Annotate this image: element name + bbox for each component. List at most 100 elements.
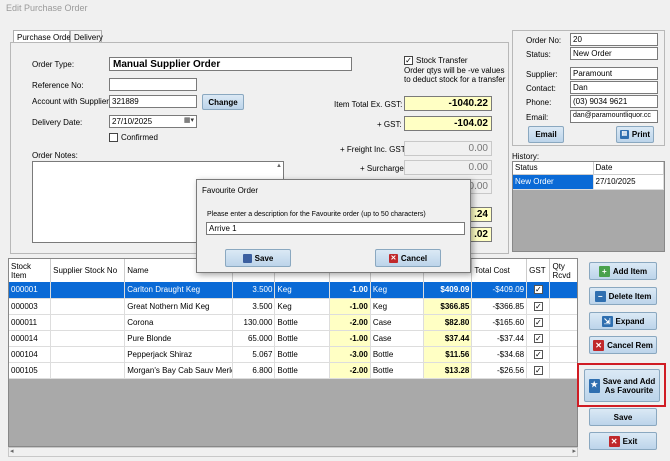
add-item-button[interactable]: + Add Item [589, 262, 657, 280]
surcharge-field[interactable]: 0.00 [404, 160, 492, 175]
scroll-right-icon[interactable]: ▸ [572, 447, 576, 455]
col-gst[interactable]: GST [526, 259, 551, 282]
confirmed-checkbox[interactable] [109, 133, 118, 142]
supplier-stock-no-cell[interactable] [50, 362, 126, 379]
qty-cell[interactable]: -2.00 [329, 314, 371, 331]
name-cell[interactable]: Pepperjack Shiraz [124, 346, 233, 363]
name-cell[interactable]: Corona [124, 314, 233, 331]
col-stock-item[interactable]: Stock Item [9, 259, 52, 282]
unit-cell[interactable]: Bottle [274, 362, 331, 379]
table-row[interactable]: 000001 Carlton Draught Keg 3.500 Keg -1.00 Ke… [9, 282, 577, 299]
save-button[interactable]: Save [589, 408, 657, 426]
delivery-date-picker[interactable]: 27/10/2025 ▦▾ [109, 115, 197, 128]
freight-field[interactable]: 0.00 [404, 141, 492, 156]
delete-item-button[interactable]: − Delete Item [589, 287, 657, 305]
stock-item-cell[interactable]: 000011 [9, 314, 52, 331]
stock-item-cell[interactable]: 000003 [9, 298, 52, 315]
stock-item-cell[interactable]: 000105 [9, 362, 52, 379]
supplier-stock-no-cell[interactable] [50, 346, 126, 363]
expand-button[interactable]: ⇲ Expand [589, 312, 657, 330]
unit-cell[interactable]: Keg [274, 298, 331, 315]
total-cost-cell[interactable]: -$409.09 [471, 282, 528, 299]
cost-cell[interactable]: $82.80 [423, 314, 473, 331]
order-unit-cell[interactable]: Bottle [370, 362, 424, 379]
total-cost-cell[interactable]: -$37.44 [471, 330, 528, 347]
table-row[interactable]: 000014 Pure Blonde 65.000 Bottle -1.00 Case $3… [9, 330, 577, 347]
stock-item-cell[interactable]: 000014 [9, 330, 52, 347]
calendar-dropdown-icon[interactable]: ▦▾ [184, 116, 194, 124]
history-col-status[interactable]: Status [513, 162, 594, 175]
qty-rcvd-cell[interactable] [549, 330, 577, 347]
qty-cell[interactable]: -1.00 [329, 298, 371, 315]
supplier-stock-no-cell[interactable] [50, 330, 126, 347]
gst-cell[interactable]: ✓ [526, 346, 551, 363]
total-cost-cell[interactable]: -$26.56 [471, 362, 528, 379]
stock-transfer-checkbox[interactable]: ✓ [404, 56, 413, 65]
save-and-add-favourite-button[interactable]: ★ Save and Add As Favourite [584, 369, 660, 402]
exit-button[interactable]: ✕ Exit [589, 432, 657, 450]
size-cell[interactable]: 3.500 [232, 282, 276, 299]
qty-rcvd-cell[interactable] [549, 346, 577, 363]
email-button[interactable]: Email [528, 126, 564, 143]
unit-cell[interactable]: Bottle [274, 314, 331, 331]
qty-rcvd-cell[interactable] [549, 298, 577, 315]
gst-checkbox[interactable]: ✓ [533, 317, 543, 327]
scroll-up-icon[interactable]: ▲ [276, 163, 282, 169]
gst-checkbox[interactable]: ✓ [533, 301, 543, 311]
cost-cell[interactable]: $37.44 [423, 330, 473, 347]
total-cost-cell[interactable]: -$366.85 [471, 298, 528, 315]
cost-cell[interactable]: $11.56 [423, 346, 473, 363]
cost-cell[interactable]: $13.28 [423, 362, 473, 379]
qty-rcvd-cell[interactable] [549, 282, 577, 299]
supplier-stock-no-cell[interactable] [50, 314, 126, 331]
table-row[interactable]: 000003 Great Nothern Mid Keg 3.500 Keg -1.00… [9, 298, 577, 315]
stock-item-cell[interactable]: 000001 [9, 282, 52, 299]
col-qty-rcvd[interactable]: Qty Rcvd [549, 259, 577, 282]
order-unit-cell[interactable]: Bottle [370, 346, 424, 363]
scroll-left-icon[interactable]: ◂ [10, 447, 14, 455]
unit-cell[interactable]: Keg [274, 282, 331, 299]
account-input[interactable]: 321889 [109, 95, 197, 108]
print-button[interactable]: ▤ Print [616, 126, 654, 143]
name-cell[interactable]: Carlton Draught Keg [124, 282, 233, 299]
gst-checkbox[interactable]: ✓ [533, 285, 543, 295]
supplier-stock-no-cell[interactable] [50, 298, 126, 315]
qty-cell[interactable]: -1.00 [329, 330, 371, 347]
history-col-date[interactable]: Date [593, 162, 664, 175]
table-row[interactable]: 000104 Pepperjack Shiraz 5.067 Bottle -3.00 B… [9, 346, 577, 363]
order-unit-cell[interactable]: Case [370, 314, 424, 331]
gst-checkbox[interactable]: ✓ [533, 349, 543, 359]
qty-cell[interactable]: -2.00 [329, 362, 371, 379]
name-cell[interactable]: Great Nothern Mid Keg [124, 298, 233, 315]
order-unit-cell[interactable]: Keg [370, 282, 424, 299]
col-total-cost[interactable]: Total Cost [471, 259, 528, 282]
history-date-cell[interactable]: 27/10/2025 [593, 174, 664, 190]
size-cell[interactable]: 6.800 [232, 362, 276, 379]
stock-item-cell[interactable]: 000104 [9, 346, 52, 363]
gst-cell[interactable]: ✓ [526, 298, 551, 315]
qty-cell[interactable]: -1.00 [329, 282, 371, 299]
table-row[interactable]: 000011 Corona 130.000 Bottle -2.00 Case $82.80… [9, 314, 577, 331]
qty-cell[interactable]: -3.00 [329, 346, 371, 363]
qty-rcvd-cell[interactable] [549, 362, 577, 379]
cost-cell[interactable]: $409.09 [423, 282, 473, 299]
gst-cell[interactable]: ✓ [526, 314, 551, 331]
reference-input[interactable] [109, 78, 197, 91]
order-type-field[interactable]: Manual Supplier Order [109, 57, 352, 71]
order-unit-cell[interactable]: Case [370, 330, 424, 347]
size-cell[interactable]: 5.067 [232, 346, 276, 363]
gst-cell[interactable]: ✓ [526, 362, 551, 379]
size-cell[interactable]: 65.000 [232, 330, 276, 347]
supplier-stock-no-cell[interactable] [50, 282, 126, 299]
gst-cell[interactable]: ✓ [526, 330, 551, 347]
history-status-cell[interactable]: New Order [513, 174, 594, 190]
gst-checkbox[interactable]: ✓ [533, 365, 543, 375]
name-cell[interactable]: Morgan's Bay Cab Sauv Merlot [124, 362, 233, 379]
favourite-description-input[interactable]: Arrive 1 [206, 222, 465, 235]
unit-cell[interactable]: Bottle [274, 330, 331, 347]
unit-cell[interactable]: Bottle [274, 346, 331, 363]
dialog-save-button[interactable]: Save [225, 249, 291, 267]
qty-rcvd-cell[interactable] [549, 314, 577, 331]
cost-cell[interactable]: $366.85 [423, 298, 473, 315]
total-cost-cell[interactable]: -$34.68 [471, 346, 528, 363]
